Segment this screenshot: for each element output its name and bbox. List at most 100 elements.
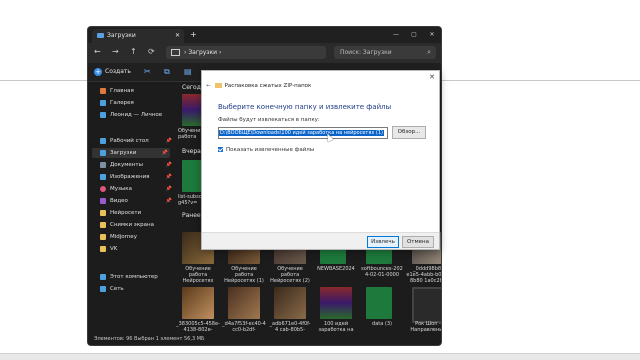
dialog-title: ← Распаковка сжатых ZIP-папок bbox=[206, 83, 311, 89]
dialog-heading: Выберите конечную папку и извлеките файл… bbox=[218, 103, 392, 111]
title-bar: Загрузки ✕ + — ▢ ✕ bbox=[88, 27, 441, 43]
extract-zip-dialog: ✕ ← Распаковка сжатых ZIP-папок Выберите … bbox=[201, 70, 440, 250]
maximize-button[interactable]: ▢ bbox=[405, 27, 423, 43]
path-label: Файлы будут извлекаться в папку: bbox=[218, 117, 320, 123]
search-icon: ⌕ bbox=[427, 48, 431, 56]
group-header-yesterday[interactable]: Вчера bbox=[182, 148, 201, 155]
sidebar-item-desktop[interactable]: Рабочий стол 📌 bbox=[100, 136, 174, 146]
computer-icon bbox=[100, 273, 106, 280]
destination-path-text: D:\ВООБЩЕ\Downloads\100 идей заработка н… bbox=[219, 130, 384, 136]
sidebar-item-music[interactable]: Музыка 📌 bbox=[100, 184, 174, 194]
tab-close-icon[interactable]: ✕ bbox=[175, 29, 180, 43]
paste-icon[interactable]: ▤ bbox=[184, 67, 192, 76]
image-thumbnail[interactable] bbox=[274, 287, 306, 319]
folder-icon bbox=[97, 33, 104, 38]
status-bar: Элементов: 96 Выбран 1 элемент 56,3 МБ bbox=[88, 333, 441, 345]
file-name: softbounces-202 4-02-01-0000 bbox=[361, 266, 403, 278]
address-separator: › bbox=[184, 49, 187, 56]
excel-file-icon[interactable] bbox=[366, 287, 392, 319]
cancel-button[interactable]: Отмена bbox=[402, 236, 434, 248]
home-icon bbox=[100, 87, 106, 94]
dialog-close-icon[interactable]: ✕ bbox=[429, 73, 435, 81]
show-extracted-checkbox[interactable]: Показать извлеченные файлы bbox=[218, 147, 314, 153]
up-arrow-icon[interactable]: ↑ bbox=[130, 47, 137, 56]
sidebar-item-vk[interactable]: VK bbox=[100, 244, 174, 254]
sidebar-item-downloads[interactable]: Загрузки 📌 bbox=[92, 148, 170, 158]
network-icon bbox=[100, 285, 106, 292]
create-button[interactable]: + Создать bbox=[94, 66, 131, 78]
image-thumbnail[interactable] bbox=[182, 287, 214, 319]
search-input[interactable]: Поиск: Загрузки ⌕ bbox=[334, 46, 436, 59]
search-placeholder: Поиск: Загрузки bbox=[340, 49, 392, 56]
image-thumbnail[interactable] bbox=[228, 287, 260, 319]
folder-icon bbox=[100, 221, 106, 228]
sidebar-item-label: Видео bbox=[110, 198, 128, 204]
file-name: _0ddd98b8-e1e5-4abb-b050-8b80 1a0c287 bbox=[406, 266, 442, 284]
file-name: Обучение работа Нейросетях (2) bbox=[270, 266, 310, 284]
checkbox-label: Показать извлеченные файлы bbox=[226, 147, 315, 153]
sidebar-item-label: Галерея bbox=[110, 100, 134, 106]
sidebar-item-label: Музыка bbox=[110, 186, 132, 192]
file-name: 100 идей заработка на bbox=[318, 321, 354, 333]
browse-button[interactable]: Обзор... bbox=[392, 126, 426, 139]
download-icon bbox=[100, 149, 106, 156]
sidebar-item-this-pc[interactable]: Этот компьютер bbox=[100, 272, 174, 282]
video-thumbnail[interactable] bbox=[412, 287, 441, 323]
pin-icon: 📌 bbox=[165, 198, 172, 204]
sidebar-item-label: Этот компьютер bbox=[110, 274, 158, 280]
file-name: Обучение работа Нейросетях bbox=[182, 266, 214, 284]
sidebar-item-onedrive[interactable]: Леонид — Личное bbox=[100, 110, 174, 120]
back-arrow-icon[interactable]: ← bbox=[94, 47, 101, 56]
copy-icon[interactable]: ⧉ bbox=[164, 67, 170, 77]
gallery-icon bbox=[100, 99, 106, 106]
forward-arrow-icon[interactable]: → bbox=[112, 47, 119, 56]
archive-thumbnail[interactable] bbox=[320, 287, 352, 319]
back-arrow-icon[interactable]: ← bbox=[206, 83, 211, 89]
sidebar-item-midjorney[interactable]: Midjorney bbox=[100, 232, 174, 242]
pictures-icon bbox=[100, 173, 106, 180]
folder-icon bbox=[100, 209, 106, 216]
group-header-earlier[interactable]: Ранее bbox=[182, 212, 201, 219]
destination-path-input[interactable]: D:\ВООБЩЕ\Downloads\100 идей заработка н… bbox=[218, 127, 388, 139]
close-button[interactable]: ✕ bbox=[423, 27, 441, 43]
checkbox-checked-icon bbox=[218, 147, 223, 152]
pin-icon: 📌 bbox=[165, 162, 172, 168]
cloud-icon bbox=[100, 111, 106, 118]
create-label: Создать bbox=[105, 68, 131, 75]
sidebar-item-screenshots[interactable]: Снимки экрана bbox=[100, 220, 174, 230]
computer-icon bbox=[171, 49, 180, 56]
tab-label: Загрузки bbox=[107, 32, 136, 39]
file-name: Обучение работа Нейросетях (1) bbox=[224, 266, 264, 284]
sidebar-item-video[interactable]: Видео 📌 bbox=[100, 196, 174, 206]
sidebar-item-pictures[interactable]: Изображения 📌 bbox=[100, 172, 174, 182]
sidebar-item-gallery[interactable]: Галерея bbox=[100, 98, 174, 108]
tab-downloads[interactable]: Загрузки ✕ bbox=[92, 29, 184, 43]
cut-icon[interactable]: ✂ bbox=[144, 67, 151, 76]
page-bottom-bar bbox=[0, 353, 640, 360]
sidebar-item-label: Снимки экрана bbox=[110, 222, 154, 228]
file-name: NEWBASE2024 bbox=[317, 266, 355, 272]
refresh-icon[interactable]: ⟳ bbox=[148, 47, 155, 56]
navigation-bar: ← → ↑ ⟳ › Загрузки › Поиск: Загрузки ⌕ bbox=[88, 43, 441, 63]
sidebar-item-label: Изображения bbox=[110, 174, 150, 180]
sidebar-item-neuro[interactable]: Нейросети bbox=[100, 208, 174, 218]
extract-button[interactable]: Извлечь bbox=[367, 236, 399, 248]
pin-icon: 📌 bbox=[161, 150, 168, 156]
address-segment[interactable]: Загрузки bbox=[188, 49, 217, 56]
status-text: Элементов: 96 Выбран 1 элемент 56,3 МБ bbox=[94, 336, 205, 342]
sidebar-item-documents[interactable]: Документы 📌 bbox=[100, 160, 174, 170]
new-tab-button[interactable]: + bbox=[190, 29, 197, 41]
pin-icon: 📌 bbox=[165, 138, 172, 144]
sidebar-item-label: VK bbox=[110, 246, 118, 252]
minimize-button[interactable]: — bbox=[387, 27, 405, 43]
folder-icon bbox=[100, 245, 106, 252]
desktop-icon bbox=[100, 137, 106, 144]
video-icon bbox=[100, 197, 106, 204]
pin-icon: 📌 bbox=[165, 174, 172, 180]
address-bar[interactable]: › Загрузки › bbox=[166, 46, 326, 59]
sidebar-item-label: Леонид — Личное bbox=[110, 112, 163, 118]
sidebar-item-network[interactable]: Сеть bbox=[100, 284, 174, 294]
dialog-footer: Извлечь Отмена bbox=[202, 232, 439, 249]
sidebar-item-home[interactable]: Главная bbox=[100, 86, 174, 96]
plus-icon: + bbox=[94, 67, 102, 76]
